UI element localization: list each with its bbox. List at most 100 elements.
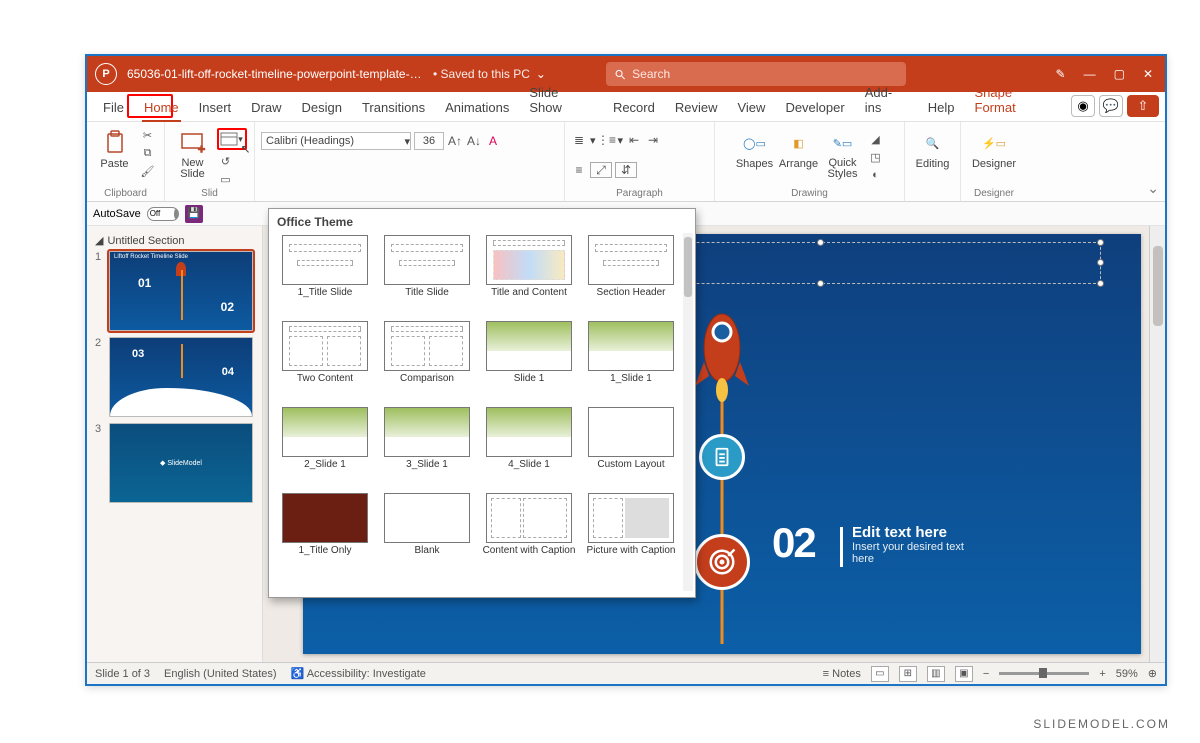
shape-outline-icon[interactable]: ◳ xyxy=(867,150,885,164)
align-text-icon[interactable]: ⇵ xyxy=(615,162,637,178)
indent-icon[interactable]: ⇤ xyxy=(626,132,642,148)
outdent-icon[interactable]: ⇥ xyxy=(645,132,661,148)
maximize-button[interactable]: ▢ xyxy=(1114,67,1125,81)
new-slide-button[interactable]: + New Slide xyxy=(173,126,213,180)
tab-slideshow[interactable]: Slide Show xyxy=(519,79,603,121)
align-icon[interactable]: ≡ xyxy=(571,162,587,178)
fit-button[interactable]: ⊕ xyxy=(1148,667,1157,680)
collapse-ribbon[interactable]: ⌄ xyxy=(1147,180,1159,197)
bullets-icon[interactable]: ≣ xyxy=(571,132,587,148)
timeline-node-clipboard xyxy=(699,434,745,480)
tab-developer[interactable]: Developer xyxy=(775,94,854,121)
timeline-text-02[interactable]: Edit text here Insert your desired text … xyxy=(852,524,972,565)
reset-icon[interactable]: ↺ xyxy=(217,154,235,168)
layout-option-slide-1[interactable]: Slide 1 xyxy=(481,317,577,399)
copy-icon[interactable]: ⧉ xyxy=(139,146,157,160)
layout-option-content-with-caption[interactable]: Content with Caption xyxy=(481,489,577,571)
autosave-toggle[interactable]: Off xyxy=(147,207,179,221)
increase-font-icon[interactable]: A↑ xyxy=(447,133,463,149)
numbering-icon[interactable]: ⋮≡ xyxy=(599,132,615,148)
format-painter-icon[interactable]: 🖌 xyxy=(139,164,157,178)
close-button[interactable]: ✕ xyxy=(1143,67,1153,81)
save-button[interactable]: 💾 xyxy=(185,205,203,223)
clear-format-icon[interactable]: A xyxy=(485,133,501,149)
tab-design[interactable]: Design xyxy=(292,94,352,121)
layout-option-two-content[interactable]: Two Content xyxy=(277,317,373,399)
layout-option-title-slide[interactable]: Title Slide xyxy=(379,231,475,313)
font-size-combo[interactable]: 36 xyxy=(414,132,444,150)
comments-button[interactable]: 💬 xyxy=(1099,95,1123,117)
layout-option-3-slide-1[interactable]: 3_Slide 1 xyxy=(379,403,475,485)
popup-scrollbar[interactable] xyxy=(683,233,693,591)
thumbnail-3[interactable]: ◆ SlideModel xyxy=(109,423,253,503)
zoom-level[interactable]: 59% xyxy=(1116,668,1138,680)
watermark: SLIDEMODEL.COM xyxy=(1033,717,1170,731)
shapes-icon: ◯▭ xyxy=(742,130,768,156)
language-status[interactable]: English (United States) xyxy=(164,668,277,680)
tab-view[interactable]: View xyxy=(727,94,775,121)
powerpoint-icon: P xyxy=(95,63,117,85)
layout-option-1-slide-1[interactable]: 1_Slide 1 xyxy=(583,317,679,399)
layout-option-title-and-content[interactable]: Title and Content xyxy=(481,231,577,313)
tab-transitions[interactable]: Transitions xyxy=(352,94,435,121)
status-bar: Slide 1 of 3 English (United States) ♿ A… xyxy=(87,662,1165,684)
rocket-icon xyxy=(687,304,757,404)
editing-button[interactable]: 🔍Editing xyxy=(913,126,953,170)
shape-effects-icon[interactable]: ◐ xyxy=(867,168,885,182)
layout-option-custom-layout[interactable]: Custom Layout xyxy=(583,403,679,485)
tab-record[interactable]: Record xyxy=(603,94,665,121)
layout-option-section-header[interactable]: Section Header xyxy=(583,231,679,313)
layout-option-4-slide-1[interactable]: 4_Slide 1 xyxy=(481,403,577,485)
layout-popup-title: Office Theme xyxy=(269,209,695,231)
slide-thumbnails-panel: ◢ Untitled Section 1 Liftoff Rocket Time… xyxy=(87,226,263,662)
share-button[interactable]: ⇧ xyxy=(1127,95,1159,117)
layout-option-blank[interactable]: Blank xyxy=(379,489,475,571)
designer-icon: ⚡▭ xyxy=(981,130,1007,156)
layout-option-2-slide-1[interactable]: 2_Slide 1 xyxy=(277,403,373,485)
sorter-view-button[interactable]: ⊞ xyxy=(899,666,917,682)
thumbnail-2[interactable]: 0304 xyxy=(109,337,253,417)
accessibility-status[interactable]: ♿ Accessibility: Investigate xyxy=(291,667,426,680)
tab-home[interactable]: Home xyxy=(134,94,189,121)
zoom-in[interactable]: + xyxy=(1099,668,1105,680)
zoom-out[interactable]: − xyxy=(983,668,989,680)
tab-animations[interactable]: Animations xyxy=(435,94,519,121)
layout-option-1-title-slide[interactable]: 1_Title Slide xyxy=(277,231,373,313)
zoom-slider[interactable] xyxy=(999,672,1089,675)
paste-button[interactable]: Paste xyxy=(95,126,135,170)
camera-button[interactable]: ◉ xyxy=(1071,95,1095,117)
arrange-button[interactable]: ◧Arrange xyxy=(779,126,819,170)
tab-addins[interactable]: Add-ins xyxy=(855,79,918,121)
slideshow-view-button[interactable]: ▣ xyxy=(955,666,973,682)
layout-option-comparison[interactable]: Comparison xyxy=(379,317,475,399)
reading-view-button[interactable]: ▥ xyxy=(927,666,945,682)
designer-button[interactable]: ⚡▭Designer xyxy=(974,126,1014,170)
minimize-button[interactable]: — xyxy=(1084,67,1096,81)
tab-file[interactable]: File xyxy=(93,94,134,121)
autosave-label: AutoSave xyxy=(93,208,141,220)
normal-view-button[interactable]: ▭ xyxy=(871,666,889,682)
tab-shape-format[interactable]: Shape Format xyxy=(965,79,1065,121)
quick-styles-icon: ✎▭ xyxy=(830,130,856,156)
layout-option-picture-with-caption[interactable]: Picture with Caption xyxy=(583,489,679,571)
vertical-scrollbar[interactable] xyxy=(1149,226,1165,662)
tab-draw[interactable]: Draw xyxy=(241,94,291,121)
layout-button[interactable]: ▾ ↖ xyxy=(217,128,247,150)
shape-fill-icon[interactable]: ◢ xyxy=(867,132,885,146)
notes-button[interactable]: ≡ Notes xyxy=(823,668,861,680)
decrease-font-icon[interactable]: A↓ xyxy=(466,133,482,149)
text-direction-icon[interactable]: ⤢ xyxy=(590,162,612,178)
quick-styles-button[interactable]: ✎▭Quick Styles xyxy=(823,126,863,180)
section-icon[interactable]: ▭ xyxy=(217,172,235,186)
shapes-button[interactable]: ◯▭Shapes xyxy=(735,126,775,170)
tab-insert[interactable]: Insert xyxy=(189,94,242,121)
tab-review[interactable]: Review xyxy=(665,94,728,121)
svg-text:+: + xyxy=(198,142,205,154)
slide-counter[interactable]: Slide 1 of 3 xyxy=(95,668,150,680)
thumbnail-1[interactable]: Liftoff Rocket Timeline Slide 0102 xyxy=(109,251,253,331)
cut-icon[interactable]: ✂ xyxy=(139,128,157,142)
tab-help[interactable]: Help xyxy=(918,94,965,121)
section-header[interactable]: ◢ Untitled Section xyxy=(95,230,254,251)
layout-option-1-title-only[interactable]: 1_Title Only xyxy=(277,489,373,571)
font-combo[interactable]: Calibri (Headings)▾ xyxy=(261,132,411,150)
